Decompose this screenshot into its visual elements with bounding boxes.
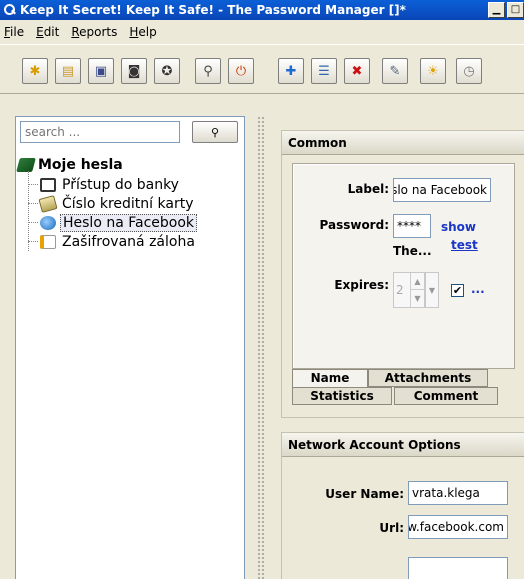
extra-field[interactable] (408, 557, 508, 579)
tab-attachments[interactable]: Attachments (368, 369, 488, 387)
globe-icon (40, 215, 56, 230)
toolbar-button[interactable]: ◷ (456, 58, 482, 84)
edit-icon: ✎ (389, 63, 401, 79)
toolbar-button[interactable]: ▤ (55, 58, 81, 84)
menu-file[interactable]: File (4, 25, 24, 39)
spin-down-icon[interactable]: ▼ (410, 290, 424, 307)
menu-help[interactable]: Help (129, 25, 156, 39)
toolbar-button[interactable]: ✖ (344, 58, 370, 84)
expires-caption: Expires: (334, 278, 389, 292)
common-card: Label: Heslo na Facebook Password: **** … (292, 163, 515, 369)
bank-icon (40, 177, 56, 192)
clock-icon: ◷ (463, 63, 475, 79)
section-header: Common (282, 131, 524, 155)
window-title: Keep It Secret! Keep It Safe! - The Pass… (20, 3, 406, 17)
search-button[interactable]: ⚲ (192, 121, 238, 143)
url-caption: Url: (379, 521, 404, 535)
title-bar: Keep It Secret! Keep It Safe! - The Pass… (0, 0, 524, 20)
bulb-icon: ☀ (427, 63, 439, 79)
menu-edit[interactable]: Edit (36, 25, 59, 39)
document-icon (40, 234, 56, 249)
minimize-button[interactable]: ▁ (488, 2, 505, 18)
toolbar-button[interactable]: ✱ (22, 58, 48, 84)
password-caption: Password: (319, 218, 390, 232)
maximize-button[interactable]: □ (507, 2, 524, 18)
expires-dropdown-icon[interactable]: ▼ (425, 272, 439, 308)
window-controls: ▁ □ (486, 2, 524, 18)
splitter-handle[interactable] (257, 116, 265, 579)
tab-comment[interactable]: Comment (394, 387, 498, 405)
username-caption: User Name: (325, 487, 404, 501)
entries-panel: ⚲ Moje hesla Přístup do banky Číslo kred… (15, 116, 245, 579)
entries-tree: Moje hesla Přístup do banky Číslo kredit… (16, 155, 198, 251)
expires-checkbox[interactable]: ✔ (451, 284, 464, 297)
label-field[interactable]: Heslo na Facebook (393, 178, 491, 202)
toolbar-button[interactable]: ✎ (382, 58, 408, 84)
toolbar-button[interactable]: ✪ (154, 58, 180, 84)
new-file-icon: ✱ (29, 63, 41, 79)
common-section: Common Label: Heslo na Facebook Password… (281, 130, 524, 418)
menu-bar: File Edit Reports Help (0, 20, 524, 44)
details-panel: Common Label: Heslo na Facebook Password… (275, 116, 524, 579)
search-icon: ⚲ (210, 125, 220, 139)
search-input[interactable] (20, 121, 180, 143)
spin-up-icon[interactable]: ▲ (410, 273, 424, 290)
open-folder-icon: ▤ (61, 63, 75, 79)
exit-icon: ⏻ (235, 63, 247, 79)
tab-statistics[interactable]: Statistics (292, 387, 392, 405)
strength-text: The... (393, 244, 432, 258)
book-icon (16, 158, 36, 172)
toolbar-button[interactable]: ⚲ (195, 58, 221, 84)
tree-item-selected[interactable]: Heslo na Facebook (28, 213, 198, 232)
toolbar-button[interactable]: ▣ (88, 58, 114, 84)
test-password-link[interactable]: test (451, 238, 478, 252)
show-password-link[interactable]: show (441, 220, 476, 234)
tree-root[interactable]: Moje hesla (16, 155, 197, 175)
toolbar: ✱ ▤ ▣ ◙ ✪ ⚲ ⏻ ✚ ☰ ✖ ✎ ☀ ◷ (0, 44, 524, 94)
toolbar-button[interactable]: ☰ (311, 58, 337, 84)
save-as-icon: ◙ (127, 63, 141, 79)
tab-name[interactable]: Name (292, 369, 368, 387)
delete-icon: ✖ (351, 63, 363, 79)
label-caption: Label: (347, 182, 389, 196)
lifebuoy-icon: ✪ (161, 63, 173, 79)
expires-spinner[interactable]: 2 ▲ ▼ (393, 272, 425, 308)
menu-reports[interactable]: Reports (71, 25, 117, 39)
tree-item[interactable]: Přístup do banky (28, 175, 197, 194)
save-icon: ▣ (94, 63, 108, 79)
toolbar-button[interactable]: ☀ (420, 58, 446, 84)
username-field[interactable]: vrata.klega (408, 481, 508, 505)
add-entry-icon: ✚ (285, 63, 297, 79)
toolbar-button[interactable]: ✚ (278, 58, 304, 84)
section-header: Network Account Options (282, 433, 524, 457)
toolbar-button[interactable]: ◙ (121, 58, 147, 84)
card-icon (38, 194, 58, 213)
search-key-icon: ⚲ (203, 63, 213, 79)
password-field[interactable]: **** (393, 214, 431, 238)
list-icon: ☰ (318, 63, 330, 79)
tree-item[interactable]: Číslo kreditní karty (28, 194, 197, 213)
url-field[interactable]: www.facebook.com (408, 515, 508, 539)
toolbar-button[interactable]: ⏻ (228, 58, 254, 84)
tree-item[interactable]: Zašifrovaná záloha (28, 232, 197, 251)
network-section: Network Account Options User Name: vrata… (281, 432, 524, 579)
more-link[interactable]: ... (471, 282, 485, 296)
app-key-icon (4, 4, 16, 16)
